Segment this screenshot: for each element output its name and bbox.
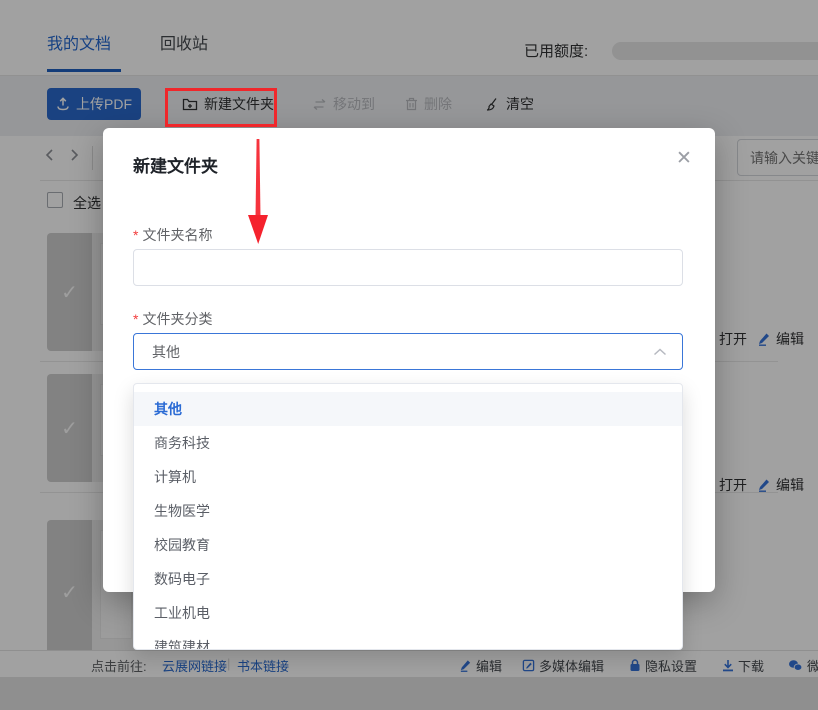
category-option-list: 其他 商务科技 计算机 生物医学 校园教育 数码电子 工业机电 建筑建材 xyxy=(134,384,682,650)
folder-category-select[interactable]: 其他 xyxy=(133,333,683,370)
category-selected-value: 其他 xyxy=(152,342,180,362)
category-dropdown-panel: 其他 商务科技 计算机 生物医学 校园教育 数码电子 工业机电 建筑建材 xyxy=(133,383,683,650)
required-asterisk: * xyxy=(133,227,138,243)
close-icon[interactable]: ✕ xyxy=(673,148,695,170)
option-industrial-machinery[interactable]: 工业机电 xyxy=(134,596,682,630)
annotation-arrow-icon xyxy=(243,139,275,250)
dialog-title: 新建文件夹 xyxy=(133,152,218,177)
required-asterisk: * xyxy=(133,311,138,327)
folder-name-label: *文件夹名称 xyxy=(133,225,212,245)
app-viewport: 我的文档 回收站 已用额度: 上传PDF 新建文件夹 xyxy=(0,0,818,710)
option-construction-materials[interactable]: 建筑建材 xyxy=(134,630,682,650)
option-computer[interactable]: 计算机 xyxy=(134,460,682,494)
option-campus-education[interactable]: 校园教育 xyxy=(134,528,682,562)
option-biomedical[interactable]: 生物医学 xyxy=(134,494,682,528)
folder-category-label: *文件夹分类 xyxy=(133,309,212,329)
folder-name-input[interactable] xyxy=(133,249,683,286)
chevron-up-icon xyxy=(653,348,667,356)
annotation-highlight-box xyxy=(165,88,277,127)
option-digital-electronics[interactable]: 数码电子 xyxy=(134,562,682,596)
option-business-tech[interactable]: 商务科技 xyxy=(134,426,682,460)
option-other[interactable]: 其他 xyxy=(134,392,682,426)
